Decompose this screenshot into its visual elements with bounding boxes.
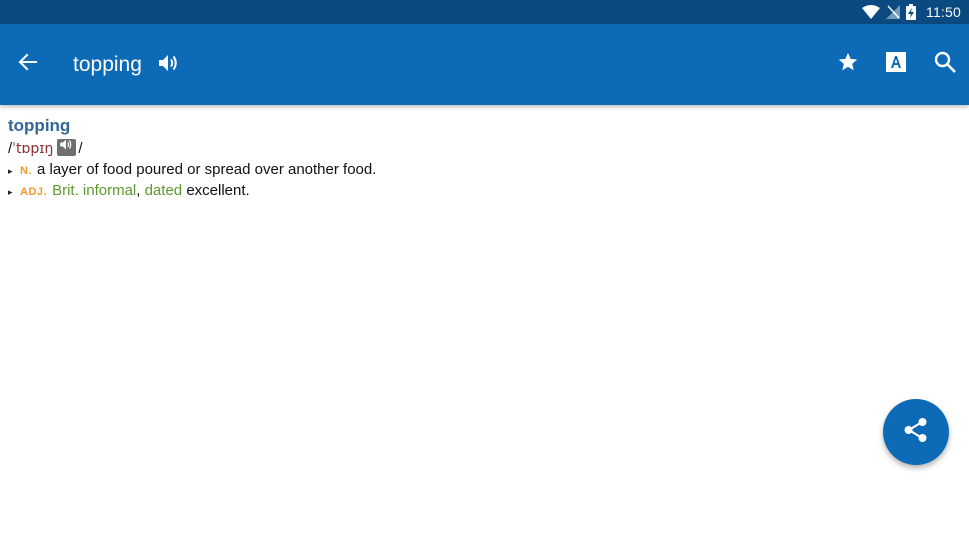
sense-bullet: ▸ xyxy=(8,187,13,197)
entry-content: topping / ˈtɒpɪŋ / ▸ N. a layer of food … xyxy=(8,114,948,202)
arrow-left-icon xyxy=(17,51,39,78)
status-time: 11:50 xyxy=(926,4,961,20)
part-of-speech: N. xyxy=(20,165,32,177)
back-button[interactable] xyxy=(8,44,48,84)
no-signal-icon xyxy=(886,5,900,19)
sense-1: ▸ N. a layer of food poured or spread ov… xyxy=(8,160,948,181)
font-size-button[interactable] xyxy=(876,44,916,84)
usage-label: dated xyxy=(144,182,183,199)
sense-bullet: ▸ xyxy=(8,166,13,176)
battery-charging-icon xyxy=(906,4,916,20)
pron-close: / xyxy=(78,140,83,157)
font-a-icon xyxy=(885,51,907,78)
pronounce-button[interactable] xyxy=(155,52,181,78)
sense-2: ▸ ADJ. Brit. informal, dated excellent. xyxy=(8,181,948,202)
speaker-icon xyxy=(59,136,74,158)
usage-label: Brit. informal xyxy=(52,182,137,199)
headword: topping xyxy=(8,116,71,135)
share-icon xyxy=(902,416,930,449)
pron-audio-button[interactable] xyxy=(57,136,77,158)
page-title: topping xyxy=(73,53,142,76)
favorite-button[interactable] xyxy=(828,44,868,84)
pronunciation: / ˈtɒpɪŋ / xyxy=(8,138,948,160)
speaker-icon xyxy=(156,51,180,80)
pron-ipa: ˈtɒpɪŋ xyxy=(12,141,54,157)
share-button[interactable] xyxy=(883,399,949,465)
label-separator: , xyxy=(136,182,141,199)
definition: excellent. xyxy=(186,182,250,199)
status-bar: 11:50 xyxy=(0,0,969,24)
search-button[interactable] xyxy=(925,44,965,84)
wifi-icon xyxy=(862,5,880,19)
star-icon xyxy=(837,51,859,78)
status-icons: 11:50 xyxy=(862,0,961,24)
definition: a layer of food poured or spread over an… xyxy=(37,161,377,178)
part-of-speech: ADJ. xyxy=(20,186,48,198)
search-icon xyxy=(933,50,957,79)
app-bar: topping xyxy=(0,24,969,105)
